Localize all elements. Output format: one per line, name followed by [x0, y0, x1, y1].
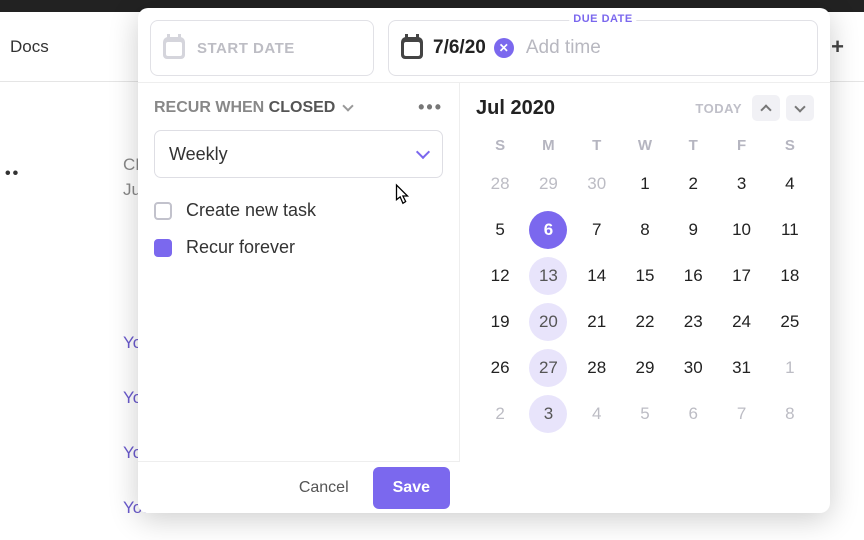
calendar-day[interactable]: 9 — [669, 208, 717, 252]
calendar-day[interactable]: 23 — [669, 300, 717, 344]
calendar-day[interactable]: 4 — [766, 162, 814, 206]
calendar-day[interactable]: 5 — [476, 208, 524, 252]
create-new-task-option[interactable]: Create new task — [154, 192, 443, 229]
checkbox-checked-icon[interactable] — [154, 239, 172, 257]
recur-forever-label: Recur forever — [186, 237, 295, 258]
calendar-day[interactable]: 28 — [476, 162, 524, 206]
calendar-day[interactable]: 11 — [766, 208, 814, 252]
calendar-day[interactable]: 30 — [573, 162, 621, 206]
chevron-down-icon — [342, 100, 353, 111]
start-date-placeholder: START DATE — [197, 40, 295, 57]
calendar-day[interactable]: 7 — [573, 208, 621, 252]
calendar-day[interactable]: 12 — [476, 254, 524, 298]
calendar-day[interactable]: 6 — [529, 211, 567, 249]
today-button[interactable]: TODAY — [695, 101, 742, 116]
chevron-down-icon — [794, 101, 805, 112]
weekday-label: S — [476, 129, 524, 161]
calendar-day[interactable]: 26 — [476, 346, 524, 390]
date-recurrence-modal: START DATE DUE DATE 7/6/20 ✕ Add time RE… — [138, 8, 830, 513]
plus-icon[interactable]: + — [831, 34, 844, 60]
calendar-day[interactable]: 24 — [717, 300, 765, 344]
save-button[interactable]: Save — [373, 467, 450, 509]
calendar-day[interactable]: 28 — [573, 346, 621, 390]
calendar-day[interactable]: 16 — [669, 254, 717, 298]
weekday-label: T — [573, 129, 621, 161]
calendar-day[interactable]: 22 — [621, 300, 669, 344]
due-date-label: DUE DATE — [569, 13, 636, 25]
calendar-day[interactable]: 27 — [529, 349, 567, 387]
calendar-day[interactable]: 8 — [621, 208, 669, 252]
recurrence-pane: RECUR WHEN CLOSED ••• Weekly Create new … — [138, 83, 460, 513]
weekday-label: W — [621, 129, 669, 161]
calendar-day[interactable]: 15 — [621, 254, 669, 298]
due-date-value: 7/6/20 — [433, 37, 486, 59]
calendar-day[interactable]: 2 — [669, 162, 717, 206]
calendar-day[interactable]: 1 — [621, 162, 669, 206]
prev-month-button[interactable] — [752, 95, 780, 121]
chevron-up-icon — [760, 104, 771, 115]
frequency-value: Weekly — [169, 144, 228, 165]
calendar-day[interactable]: 7 — [717, 392, 765, 436]
next-month-button[interactable] — [786, 95, 814, 121]
calendar-day[interactable]: 29 — [524, 162, 572, 206]
calendar-day[interactable]: 8 — [766, 392, 814, 436]
calendar-day[interactable]: 3 — [717, 162, 765, 206]
calendar-icon — [163, 37, 185, 59]
calendar-day[interactable]: 3 — [529, 395, 567, 433]
add-time-button[interactable]: Add time — [526, 37, 601, 59]
weekday-header: SMTWTFS — [476, 129, 814, 161]
calendar-day[interactable]: 6 — [669, 392, 717, 436]
weekday-label: F — [717, 129, 765, 161]
calendar-day[interactable]: 13 — [529, 257, 567, 295]
calendar-day[interactable]: 29 — [621, 346, 669, 390]
calendar-day[interactable]: 20 — [529, 303, 567, 341]
calendar-day[interactable]: 19 — [476, 300, 524, 344]
checkbox-unchecked-icon[interactable] — [154, 202, 172, 220]
calendar-pane: Jul 2020 TODAY SMTWTFS 28293012345678910… — [460, 83, 830, 513]
calendar-day[interactable]: 25 — [766, 300, 814, 344]
calendar-day[interactable]: 31 — [717, 346, 765, 390]
clear-due-date-icon[interactable]: ✕ — [494, 38, 514, 58]
calendar-day[interactable]: 21 — [573, 300, 621, 344]
calendar-month-label: Jul 2020 — [476, 97, 555, 120]
weekday-label: T — [669, 129, 717, 161]
frequency-select[interactable]: Weekly — [154, 130, 443, 178]
more-dots-icon[interactable]: •• — [5, 165, 20, 183]
cancel-button[interactable]: Cancel — [285, 469, 363, 507]
modal-header: START DATE DUE DATE 7/6/20 ✕ Add time — [138, 8, 830, 82]
calendar-day[interactable]: 17 — [717, 254, 765, 298]
due-date-field[interactable]: DUE DATE 7/6/20 ✕ Add time — [388, 20, 818, 76]
calendar-day[interactable]: 1 — [766, 346, 814, 390]
recurrence-options-icon[interactable]: ••• — [418, 97, 443, 118]
docs-label[interactable]: Docs — [10, 37, 49, 57]
calendar-day[interactable]: 4 — [573, 392, 621, 436]
calendar-day[interactable]: 18 — [766, 254, 814, 298]
recur-forever-option[interactable]: Recur forever — [154, 229, 443, 266]
modal-footer: Cancel Save — [138, 461, 460, 513]
create-new-task-label: Create new task — [186, 200, 316, 221]
calendar-day[interactable]: 2 — [476, 392, 524, 436]
start-date-field[interactable]: START DATE — [150, 20, 374, 76]
weekday-label: S — [766, 129, 814, 161]
chevron-down-icon — [416, 145, 430, 159]
calendar-day[interactable]: 10 — [717, 208, 765, 252]
recur-when-label[interactable]: RECUR WHEN CLOSED — [154, 99, 352, 117]
calendar-day[interactable]: 30 — [669, 346, 717, 390]
weekday-label: M — [524, 129, 572, 161]
calendar-icon — [401, 37, 423, 59]
calendar-day[interactable]: 14 — [573, 254, 621, 298]
calendar-day[interactable]: 5 — [621, 392, 669, 436]
